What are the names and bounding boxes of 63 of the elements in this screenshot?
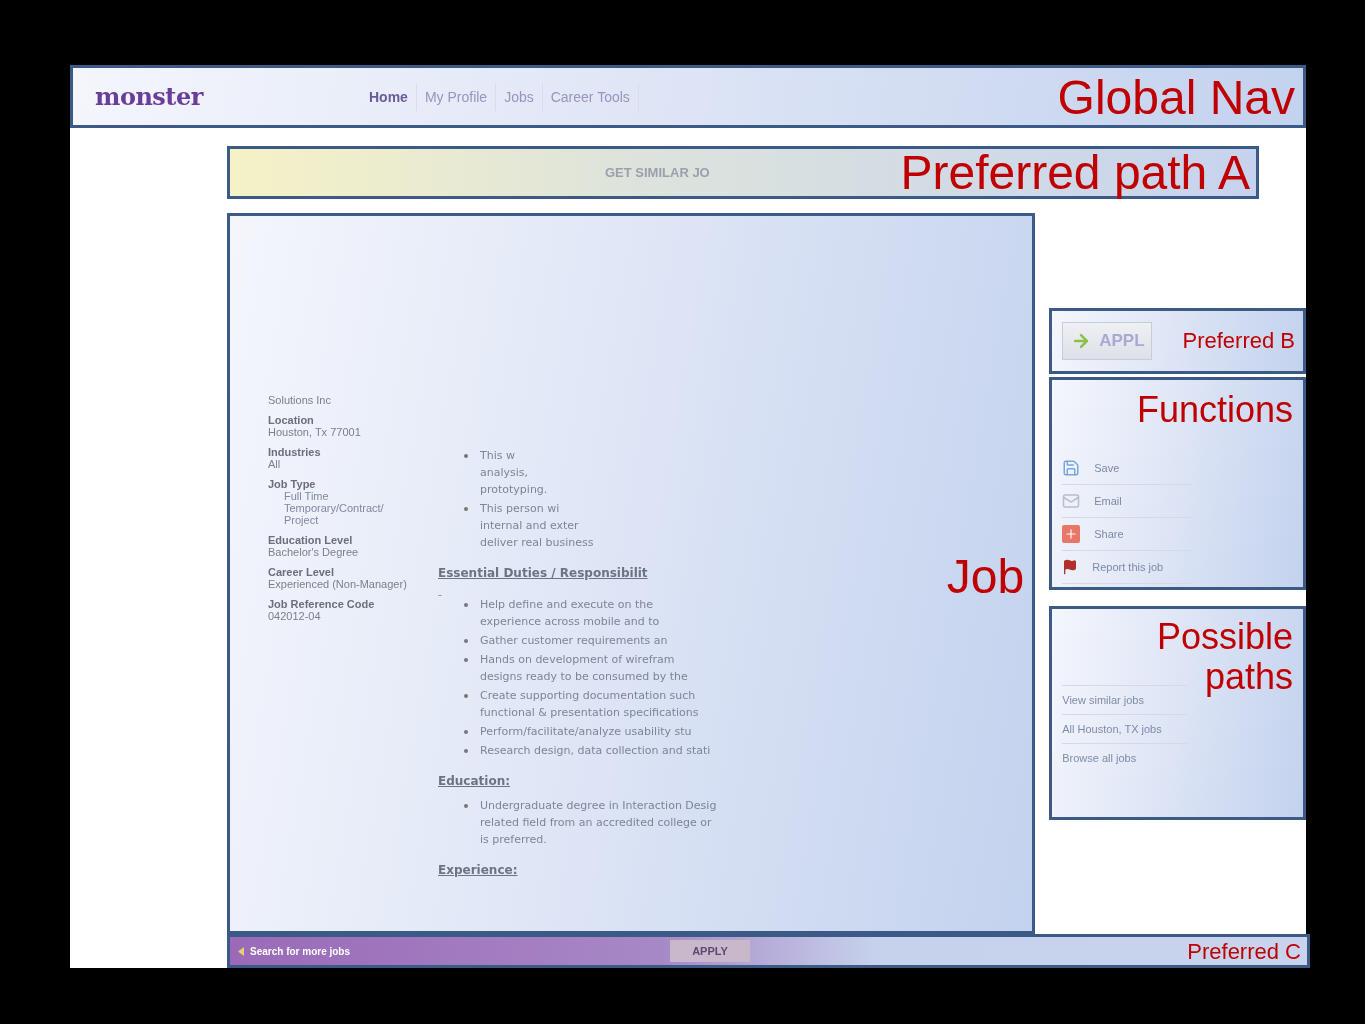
description-text: Perform/facilitate/analyze usability stu — [480, 724, 693, 741]
section-heading: Experience: — [438, 863, 519, 878]
detail-value: 042012-04 — [268, 610, 322, 623]
description-text: This w — [480, 448, 516, 465]
detail-bullet: Temporary/Contract/ Project — [283, 502, 385, 527]
annotation-label: Preferred B — [1182, 329, 1295, 354]
annotation-label: Functions — [1136, 390, 1293, 430]
annotation-label: Preferred C — [1187, 940, 1301, 965]
plus-icon — [1062, 525, 1081, 544]
detail-label: Location — [268, 414, 315, 427]
description-text: This person wi — [480, 501, 561, 518]
detail-label: Job Type — [268, 478, 317, 491]
section-heading: Essential Duties / Responsibilit — [438, 566, 649, 581]
description-text: prototyping. — [480, 482, 549, 499]
description-text: internal and exter — [480, 518, 580, 535]
path-link[interactable]: All Houston, TX jobs — [1062, 714, 1188, 744]
similar-jobs-bar[interactable]: GET SIMILAR JO Preferred path A — [227, 146, 1259, 200]
detail-bullet: Full Time — [283, 490, 330, 503]
dash-text: - — [438, 588, 443, 602]
flag-icon — [1062, 559, 1079, 576]
detail-label: Industries — [268, 446, 322, 459]
description-text: Hands on development of wirefram — [480, 652, 676, 669]
description-text: Gather customer requirements an — [480, 633, 669, 650]
description-text: analysis, — [480, 465, 530, 482]
left-triangle-icon — [238, 946, 244, 956]
nav-tab[interactable]: Career Tools — [542, 82, 639, 111]
detail-value: All — [268, 458, 282, 471]
monster-logo[interactable]: monster — [95, 82, 361, 112]
description-text: is preferred. — [480, 832, 548, 849]
description-text: related field from an accredited college or — [480, 815, 713, 832]
section-heading: Education: — [438, 774, 511, 789]
description-text: Undergraduate degree in Interaction Desig — [480, 798, 718, 815]
path-link[interactable]: Browse all jobs — [1062, 743, 1188, 773]
description-text: Help define and execute on the — [480, 597, 655, 614]
function-link[interactable]: Save — [1062, 452, 1193, 486]
description-text: functional & presentation specifications — [480, 705, 700, 722]
envelope-icon — [1062, 492, 1081, 511]
detail-label: Job Reference Code — [268, 598, 376, 611]
similar-jobs-label: GET SIMILAR JO — [605, 165, 710, 181]
annotation-label: Preferred path A — [900, 147, 1250, 201]
description-text: Create supporting documentation such — [480, 688, 697, 705]
nav-tab[interactable]: My Profile — [416, 82, 497, 111]
function-link[interactable]: Email — [1062, 485, 1193, 519]
nav-tab[interactable]: Home — [361, 82, 417, 111]
detail-label: Career Level — [268, 566, 336, 579]
description-text: Research design, data collection and stati — [480, 743, 712, 760]
company-name: Solutions Inc — [268, 394, 332, 407]
detail-value: Experienced (Non-Manager) — [268, 578, 408, 591]
detail-label: Education Level — [268, 534, 354, 547]
apply-button[interactable]: APPLY — [670, 940, 750, 963]
back-link[interactable]: Search for more jobs — [230, 945, 670, 957]
description-text: experience across mobile and to — [480, 614, 661, 631]
nav-tab[interactable]: Jobs — [496, 82, 543, 111]
detail-value: Bachelor's Degree — [268, 546, 360, 559]
path-link[interactable]: View similar jobs — [1062, 685, 1188, 715]
description-text: designs ready to be consumed by the — [480, 669, 689, 686]
function-link[interactable]: Report this job — [1062, 551, 1193, 585]
apply-button[interactable]: APPL — [1062, 322, 1153, 361]
detail-value: Houston, Tx 77001 — [268, 426, 362, 439]
annotation-label: Global Nav — [1057, 72, 1295, 125]
annotation-label: Job — [946, 551, 1025, 605]
function-link[interactable]: Share — [1062, 518, 1193, 552]
description-text: deliver real business — [480, 535, 595, 552]
